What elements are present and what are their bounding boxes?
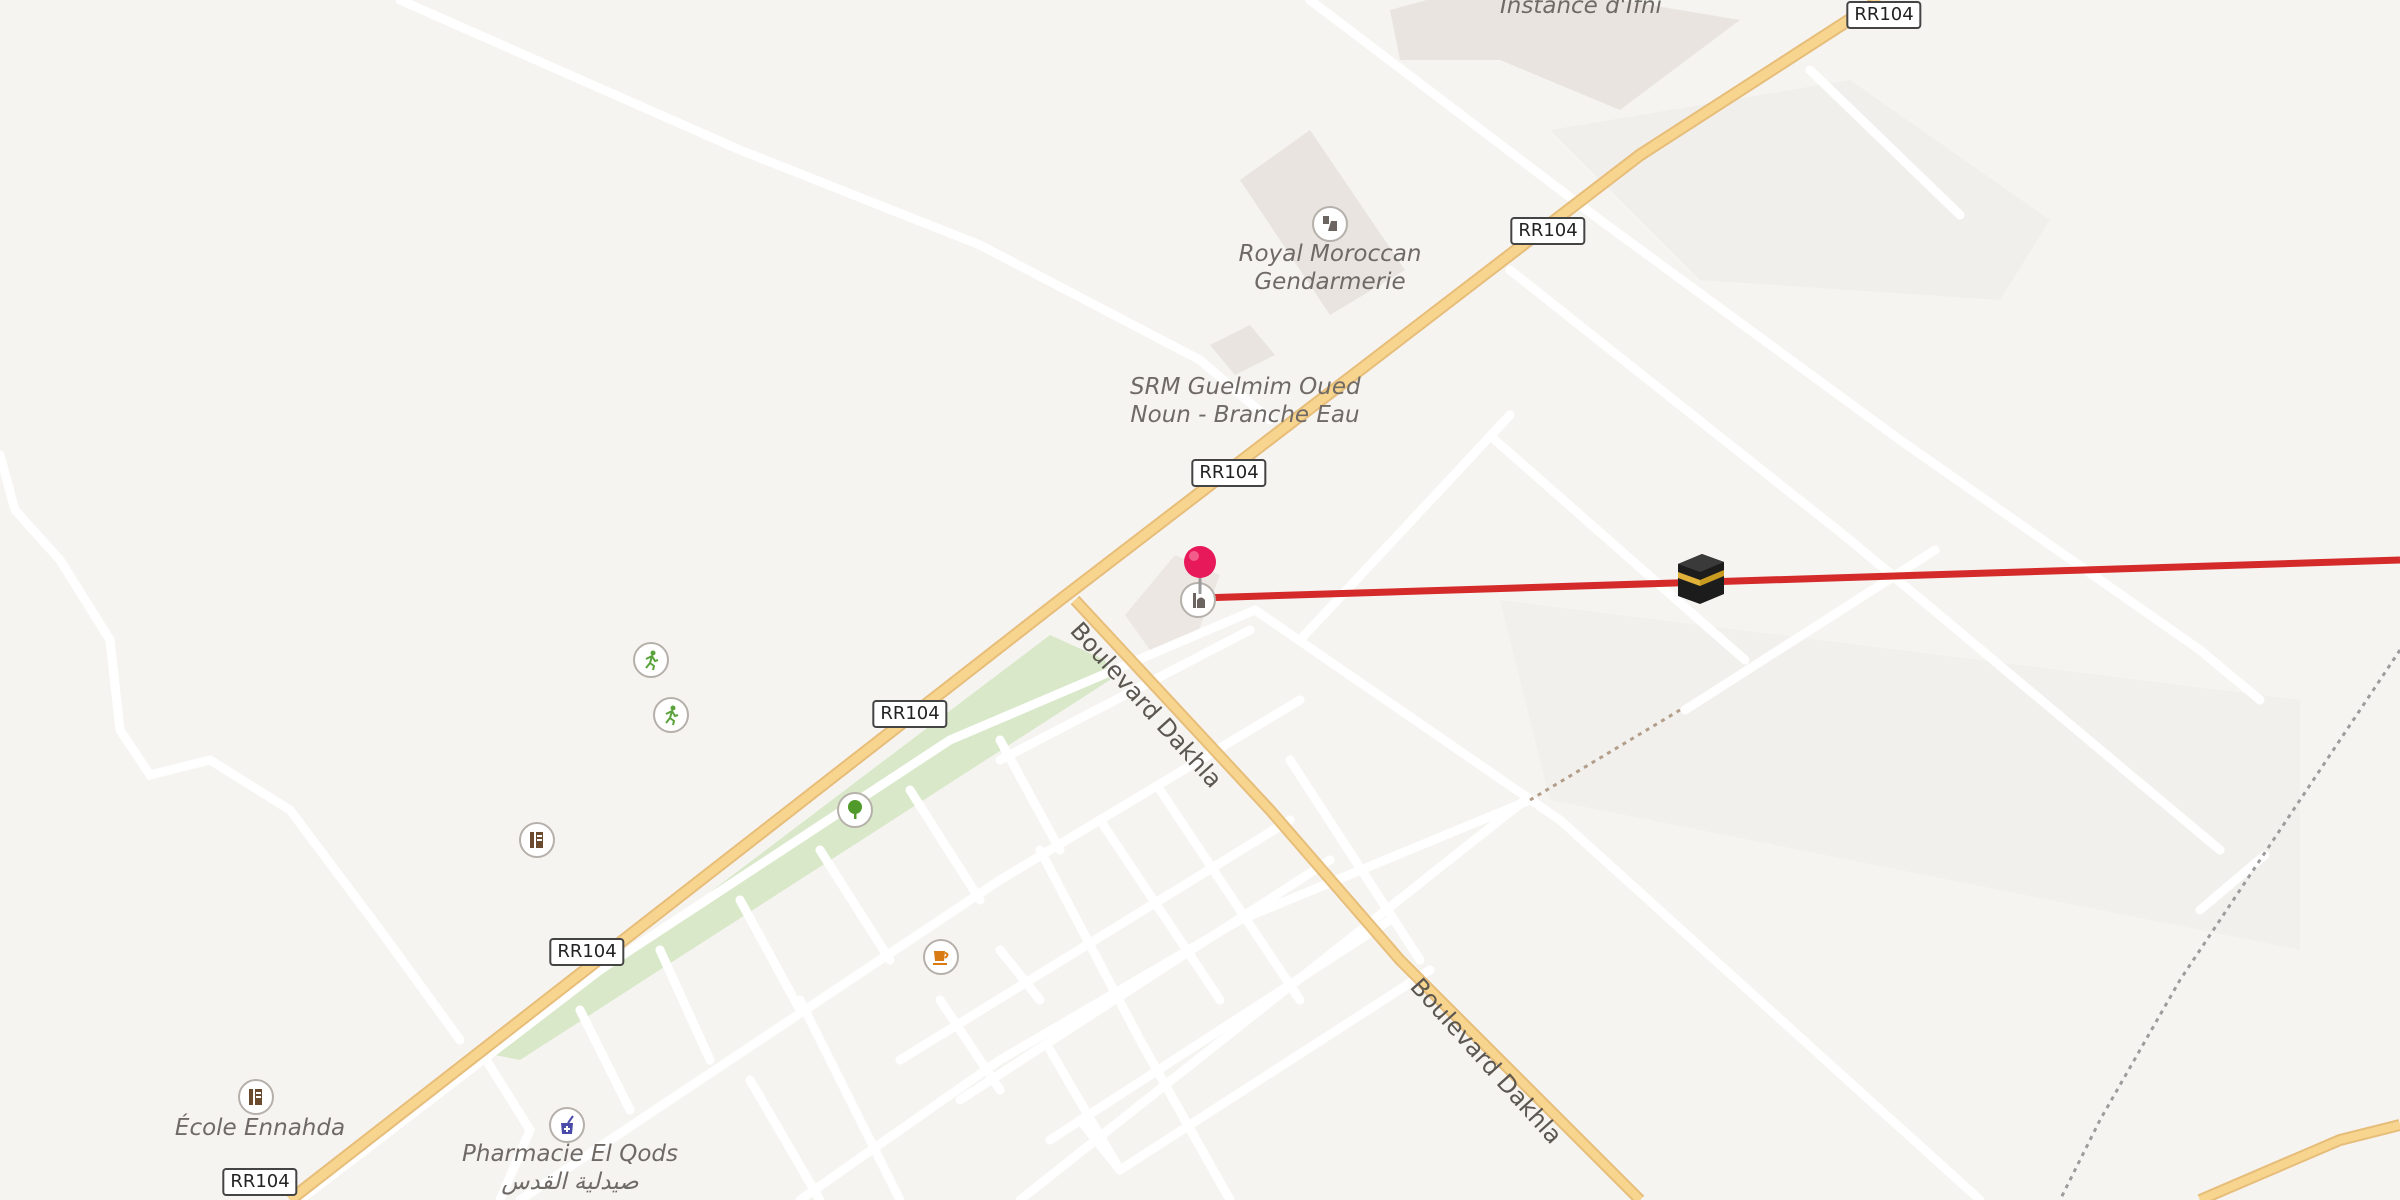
road-shield: RR104 bbox=[549, 938, 625, 966]
police-icon[interactable] bbox=[1312, 206, 1348, 242]
road-shield: RR104 bbox=[1510, 217, 1586, 245]
building-small bbox=[1210, 325, 1275, 375]
label-ecole: École Ennahda bbox=[174, 1115, 346, 1141]
road-shield: RR104 bbox=[1846, 1, 1922, 29]
road-shield: RR104 bbox=[222, 1168, 298, 1196]
location-pin-icon[interactable] bbox=[1180, 544, 1220, 598]
label-instance: Instance d'Ifni bbox=[1500, 0, 1662, 19]
school-icon[interactable] bbox=[519, 822, 555, 858]
sports-icon[interactable] bbox=[633, 642, 669, 678]
label-srm-line1: SRM Guelmim Oued bbox=[1130, 374, 1361, 400]
label-srm-line2: Noun - Branche Eau bbox=[1130, 402, 1360, 428]
qibla-direction-line bbox=[1199, 556, 2400, 602]
kaaba-icon[interactable] bbox=[1672, 550, 1728, 610]
tree-icon[interactable] bbox=[837, 792, 873, 828]
road-shield: RR104 bbox=[1191, 459, 1267, 487]
minor-roads bbox=[0, 0, 2270, 1200]
map-canvas[interactable]: Instance d'Ifni Royal Moroccan Gendarmer… bbox=[0, 0, 2400, 1200]
label-pharmacie-line2: صيدلية القدس bbox=[501, 1169, 639, 1195]
label-gendarmerie-line1: Royal Moroccan bbox=[1238, 241, 1422, 267]
sports-icon[interactable] bbox=[653, 697, 689, 733]
park-area bbox=[495, 635, 1110, 1060]
school-icon[interactable] bbox=[238, 1079, 274, 1115]
label-pharmacie-line1: Pharmacie El Qods bbox=[462, 1141, 678, 1167]
label-pharmacie: Pharmacie El Qods صيدلية القدس bbox=[455, 1140, 685, 1196]
label-gendarmerie-line2: Gendarmerie bbox=[1254, 269, 1406, 295]
pharmacy-icon[interactable] bbox=[549, 1107, 585, 1143]
label-gendarmerie: Royal Moroccan Gendarmerie bbox=[1230, 240, 1430, 296]
label-srm: SRM Guelmim Oued Noun - Branche Eau bbox=[1130, 373, 1361, 429]
cafe-icon[interactable] bbox=[923, 939, 959, 975]
road-shield: RR104 bbox=[872, 700, 948, 728]
